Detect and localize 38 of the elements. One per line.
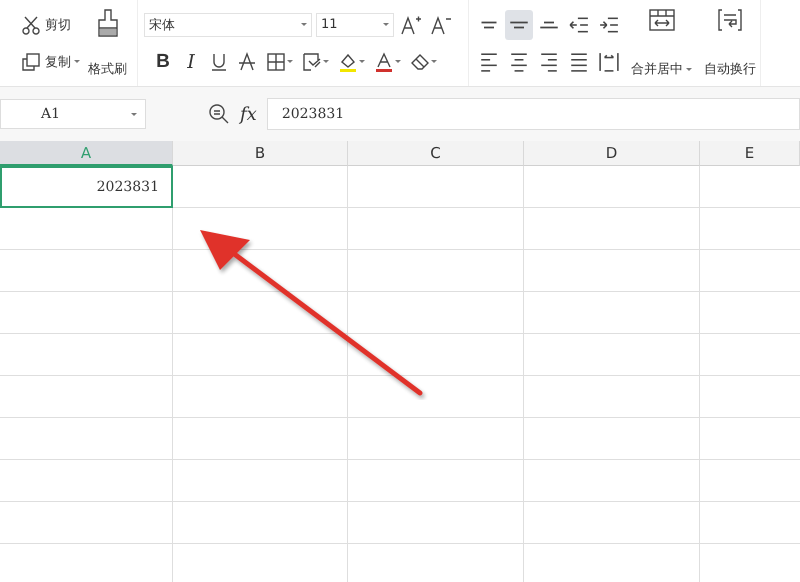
font-size-dropdown[interactable]: 11	[316, 12, 394, 36]
align-right-icon	[539, 52, 559, 72]
wrap-text-icon	[717, 8, 743, 32]
decrease-font-icon	[430, 14, 452, 36]
borders-icon	[265, 50, 287, 72]
merge-center-button[interactable]: 合并居中	[627, 0, 696, 86]
align-left-icon	[479, 52, 499, 72]
format-painter-button[interactable]: 格式刷	[84, 0, 131, 86]
column-header[interactable]: B	[173, 141, 348, 166]
strikethrough-icon	[236, 50, 258, 72]
align-distribute-icon	[599, 52, 619, 72]
copy-button[interactable]: 复制	[16, 48, 84, 74]
align-outdent-icon	[569, 14, 589, 34]
column-header[interactable]: C	[348, 141, 524, 166]
italic-button[interactable]: I	[178, 48, 204, 74]
align-middle-button[interactable]	[505, 10, 533, 40]
align-indent-icon	[599, 14, 619, 34]
wrap-text-button[interactable]: 自动换行	[700, 0, 760, 86]
font-color-icon	[373, 50, 395, 72]
function-label[interactable]: fx	[240, 104, 257, 124]
align-middle-icon	[510, 20, 528, 30]
increase-font-icon	[400, 14, 422, 36]
column-header[interactable]: E	[700, 141, 800, 166]
merge-cells-icon	[648, 8, 676, 32]
cut-button[interactable]: 剪切	[16, 12, 84, 38]
column-header[interactable]: D	[524, 141, 700, 166]
align-justify-icon	[569, 52, 589, 72]
cell-style-icon	[301, 50, 323, 72]
copy-icon	[20, 50, 42, 72]
align-top-icon	[480, 20, 498, 30]
align-bottom-icon	[540, 20, 558, 30]
align-center-icon	[509, 52, 529, 72]
formula-input[interactable]: 2023831	[266, 98, 800, 130]
font-family-dropdown[interactable]: 宋体	[144, 12, 312, 36]
zoom-out-icon[interactable]	[208, 103, 230, 125]
table-cell[interactable]: 2023831	[0, 166, 173, 208]
bold-button[interactable]: B	[150, 48, 176, 74]
name-box[interactable]: A1	[0, 99, 146, 129]
